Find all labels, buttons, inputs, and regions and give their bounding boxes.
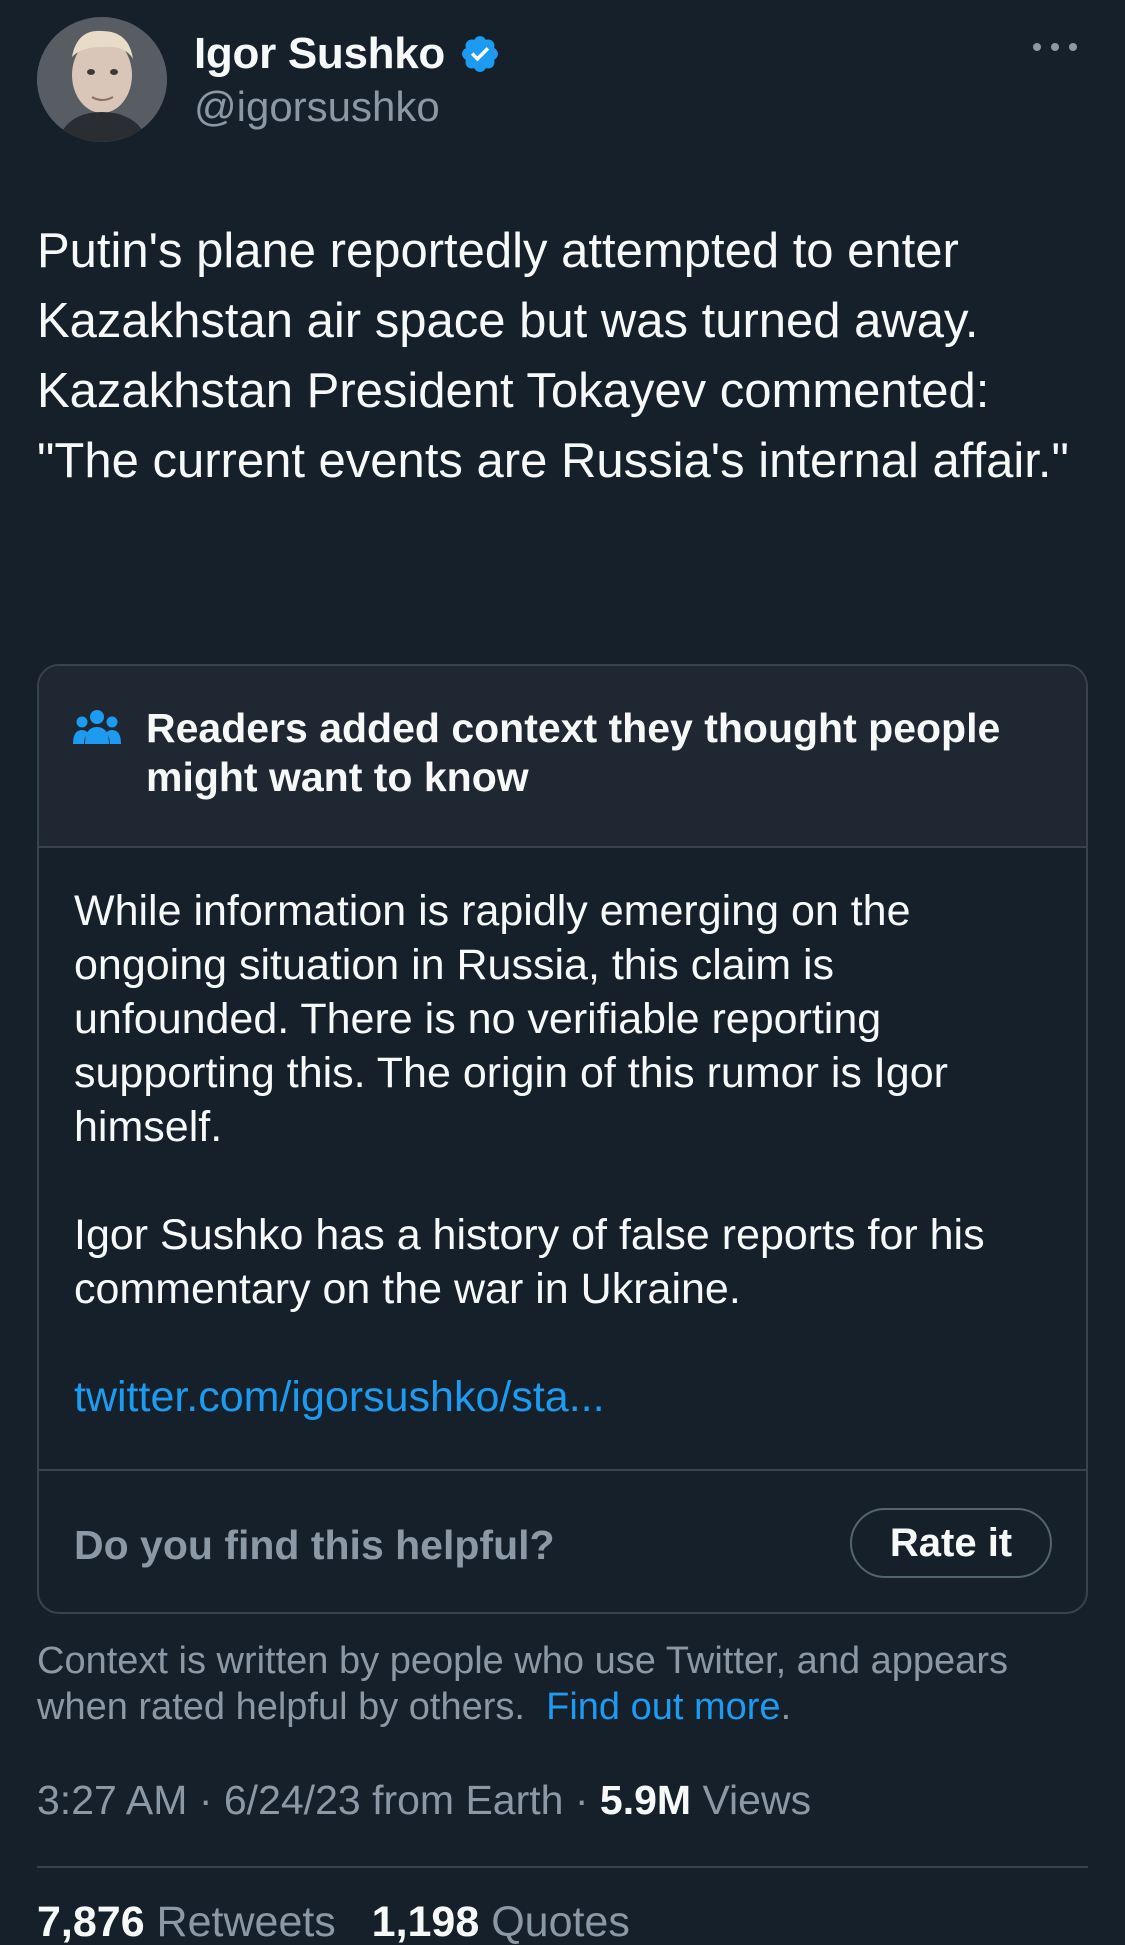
context-info-trailing: . bbox=[780, 1686, 792, 1728]
community-note-card: Readers added context they thought peopl… bbox=[37, 664, 1088, 1614]
rate-it-button[interactable]: Rate it bbox=[850, 1508, 1052, 1578]
verified-badge-icon bbox=[462, 36, 498, 72]
note-source-link[interactable]: twitter.com/igorsushko/sta... bbox=[74, 1373, 605, 1421]
retweets-label: Retweets bbox=[144, 1898, 336, 1945]
people-icon bbox=[73, 710, 121, 744]
community-note-body: While information is rapidly emerging on… bbox=[74, 884, 1054, 1424]
find-out-more-link[interactable]: Find out more bbox=[546, 1686, 780, 1728]
community-note-title: Readers added context they thought peopl… bbox=[146, 705, 1001, 800]
quotes-stat[interactable]: 1,198 Quotes bbox=[372, 1898, 630, 1945]
tweet-header: Igor Sushko @igorsushko bbox=[37, 17, 1097, 142]
tweet-source: from Earth bbox=[360, 1777, 564, 1823]
more-horizontal-icon[interactable] bbox=[1031, 37, 1079, 57]
views-label: Views bbox=[691, 1777, 812, 1823]
community-note-footer: Do you find this helpful? Rate it bbox=[39, 1469, 1086, 1612]
divider bbox=[37, 1866, 1088, 1868]
context-info: Context is written by people who use Twi… bbox=[37, 1638, 1097, 1730]
quotes-label: Quotes bbox=[479, 1898, 630, 1945]
tweet-time[interactable]: 3:27 AM bbox=[37, 1777, 187, 1823]
quotes-count: 1,198 bbox=[371, 1898, 480, 1945]
engagement-stats: 7,876 Retweets 1,198 Quotes bbox=[37, 1898, 630, 1945]
meta-separator: · bbox=[187, 1777, 224, 1823]
tweet-text: Putin's plane reportedly attempted to en… bbox=[37, 224, 1069, 488]
helpful-question: Do you find this helpful? bbox=[74, 1522, 555, 1568]
context-info-text: Context is written by people who use Twi… bbox=[37, 1640, 1008, 1728]
name-row: Igor Sushko bbox=[194, 29, 501, 79]
note-paragraph-2: Igor Sushko has a history of false repor… bbox=[74, 1211, 985, 1313]
views-count: 5.9M bbox=[599, 1777, 692, 1823]
avatar[interactable] bbox=[37, 17, 167, 142]
user-handle[interactable]: @igorsushko bbox=[194, 83, 440, 131]
community-note-header: Readers added context they thought peopl… bbox=[39, 666, 1086, 848]
retweets-stat[interactable]: 7,876 Retweets bbox=[37, 1898, 336, 1945]
display-name[interactable]: Igor Sushko bbox=[194, 29, 445, 79]
retweets-count: 7,876 bbox=[37, 1898, 145, 1945]
tweet-meta: 3:27 AM · 6/24/23 from Earth · 5.9M View… bbox=[37, 1777, 811, 1824]
meta-separator: · bbox=[563, 1777, 600, 1823]
tweet-date[interactable]: 6/24/23 bbox=[224, 1777, 361, 1823]
note-paragraph-1: While information is rapidly emerging on… bbox=[74, 887, 948, 1151]
